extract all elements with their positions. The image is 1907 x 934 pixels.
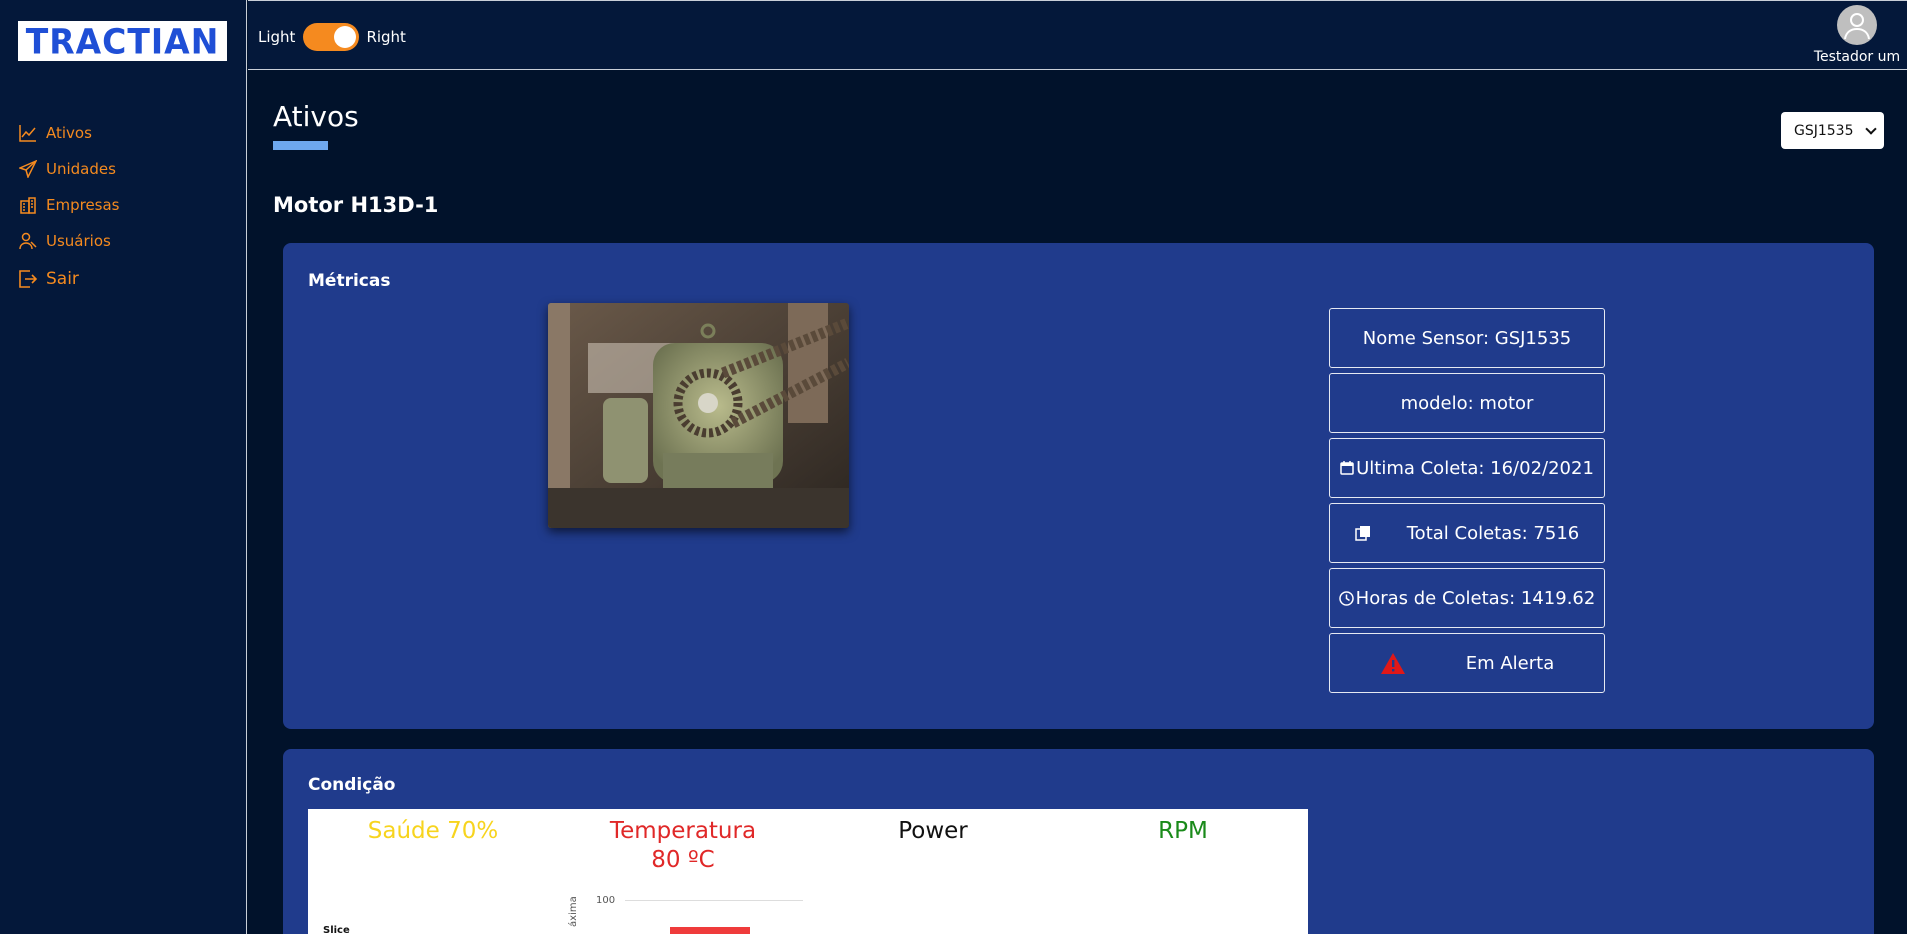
send-icon [18, 159, 38, 179]
condition-charts-panel: Saúde 70% Temperatura 80 ºC Power RPM Sl… [308, 809, 1308, 934]
metricas-card: Métricas Nome Sensor: GSJ1535 modelo: mo… [283, 243, 1874, 729]
sidebar-item-label: Ativos [46, 124, 92, 142]
health-label: Saúde 70% [367, 818, 499, 844]
info-model-text: modelo: motor [1400, 392, 1534, 414]
topbar: Light Right Testador um [248, 0, 1907, 70]
health-card: Saúde 70% [308, 817, 558, 846]
building-icon [18, 195, 38, 215]
copy-icon [1355, 525, 1371, 541]
rpm-label: RPM [1158, 818, 1208, 844]
calendar-icon [1340, 461, 1354, 475]
clock-icon [1338, 590, 1354, 606]
rpm-card: RPM [1058, 817, 1308, 846]
sidebar-item-label: Usuários [46, 232, 111, 250]
chevron-down-icon [1865, 123, 1877, 135]
sidebar-item-empresas[interactable]: Empresas [18, 187, 120, 223]
sidebar-item-usuarios[interactable]: Usuários [18, 223, 120, 259]
sidebar-item-sair[interactable]: Sair [18, 259, 120, 299]
condicao-card: Condição Saúde 70% Temperatura 80 ºC Pow… [283, 749, 1874, 934]
sensor-select[interactable]: GSJ1535 [1781, 112, 1884, 149]
temperature-value: 80 ºC [651, 847, 715, 873]
info-collection-hours-text: Horas de Coletas: 1419.62 [1355, 587, 1596, 609]
health-pie-chart [428, 923, 468, 934]
info-last-collection-text: Ultima Coleta: 16/02/2021 [1356, 457, 1594, 479]
info-total-collections: Total Coletas: 7516 [1329, 503, 1605, 563]
user-icon [18, 231, 38, 251]
info-status-alert: Em Alerta [1329, 633, 1605, 693]
condicao-title: Condição [308, 775, 396, 795]
motor-image [548, 303, 849, 528]
sidebar-item-label: Unidades [46, 160, 116, 178]
pie-legend-slice: Slice [323, 925, 350, 934]
sensor-select-value: GSJ1535 [1794, 122, 1854, 139]
temperature-gridline [625, 900, 803, 901]
asset-photo [548, 303, 849, 528]
sidebar-item-label: Empresas [46, 196, 120, 214]
metricas-title: Métricas [308, 271, 391, 291]
user-avatar-icon [1844, 13, 1870, 40]
power-card: Power [808, 817, 1058, 846]
user-menu[interactable]: Testador um [1807, 5, 1907, 65]
avatar[interactable] [1837, 5, 1877, 45]
asset-name: Motor H13D-1 [273, 193, 439, 217]
power-label: Power [898, 818, 968, 844]
chart-line-icon [18, 123, 38, 143]
logo-text: TRACTIAN [25, 20, 220, 62]
info-sensor-name: Nome Sensor: GSJ1535 [1329, 308, 1605, 368]
info-model: modelo: motor [1329, 373, 1605, 433]
sidebar-item-unidades[interactable]: Unidades [18, 151, 120, 187]
toggle-left-label: Light [258, 28, 296, 46]
toggle-right-label: Right [366, 28, 406, 46]
info-last-collection: Ultima Coleta: 16/02/2021 [1329, 438, 1605, 498]
sidebar-nav: Ativos Unidades Empresas Usuários Sair [18, 115, 120, 299]
logout-icon [18, 269, 38, 289]
theme-toggle[interactable] [303, 23, 360, 51]
warning-icon [1380, 652, 1406, 675]
sidebar: TRACTIAN Ativos Unidades Empresas Usuári… [0, 0, 247, 934]
page-title: Ativos [273, 100, 359, 133]
info-status-alert-text: Em Alerta [1465, 652, 1555, 674]
temperature-bar [670, 927, 750, 934]
logo[interactable]: TRACTIAN [18, 21, 227, 61]
info-collection-hours: Horas de Coletas: 1419.62 [1329, 568, 1605, 628]
user-name: Testador um [1813, 49, 1901, 65]
info-total-collections-text: Total Coletas: 7516 [1406, 522, 1580, 544]
temperature-card: Temperatura 80 ºC [558, 817, 808, 875]
temperature-y-tick-100: 100 [596, 895, 616, 906]
temperature-y-axis-label: áxima [568, 896, 579, 927]
sensor-info-list: Nome Sensor: GSJ1535 modelo: motor Ultim… [1329, 308, 1605, 698]
theme-toggle-group: Light Right [258, 23, 406, 51]
sidebar-item-ativos[interactable]: Ativos [18, 115, 120, 151]
sidebar-item-label: Sair [46, 269, 79, 289]
temperature-label: Temperatura [609, 818, 757, 844]
title-underline [273, 141, 328, 150]
toggle-knob [334, 26, 357, 48]
info-sensor-name-text: Nome Sensor: GSJ1535 [1362, 327, 1572, 349]
